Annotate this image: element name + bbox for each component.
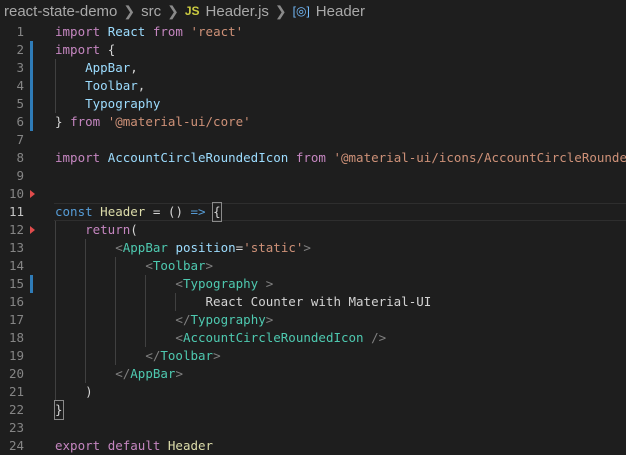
code-text: AppBar,: [85, 60, 138, 75]
code-line: 8 import AccountCircleRoundedIcon from '…: [0, 149, 626, 167]
code-line: 7: [0, 131, 626, 149]
code-line: 17 </Typography>: [0, 311, 626, 329]
modified-line-marker[interactable]: [30, 59, 33, 77]
code-line: 1 import React from 'react': [0, 23, 626, 41]
code-line: 18 <AccountCircleRoundedIcon />: [0, 329, 626, 347]
code-text: const Header = () => {: [55, 202, 222, 222]
code-text: import React from 'react': [55, 24, 244, 39]
chevron-right-icon: ❯: [274, 2, 287, 19]
modified-line-marker[interactable]: [30, 77, 33, 95]
line-number: 16: [8, 294, 24, 309]
breadcrumb-project[interactable]: react-state-demo: [4, 3, 117, 20]
code-text: <AccountCircleRoundedIcon />: [175, 330, 387, 345]
line-number: 18: [8, 330, 24, 345]
modified-line-marker[interactable]: [30, 113, 33, 131]
code-text: </AppBar>: [115, 366, 183, 381]
line-number: 17: [8, 312, 24, 327]
line-number: 22: [8, 402, 24, 417]
modified-line-marker[interactable]: [30, 275, 33, 293]
code-line: 14 <Toolbar>: [0, 257, 626, 275]
code-line: 21 ): [0, 383, 626, 401]
javascript-file-icon: JS: [184, 4, 200, 18]
code-text: import AccountCircleRoundedIcon from '@m…: [55, 150, 626, 165]
deleted-line-marker[interactable]: [30, 226, 35, 234]
chevron-right-icon: ❯: [123, 2, 136, 19]
code-line: 6 } from '@material-ui/core': [0, 113, 626, 131]
line-number: 6: [16, 114, 24, 129]
code-line: 20 </AppBar>: [0, 365, 626, 383]
code-line: 13 <AppBar position='static'>: [0, 239, 626, 257]
code-text: </Toolbar>: [145, 348, 221, 363]
line-number: 15: [8, 276, 24, 291]
line-number: 24: [8, 438, 24, 453]
chevron-right-icon: ❯: [167, 2, 179, 19]
code-text: return(: [85, 222, 138, 237]
matching-bracket: {: [212, 202, 222, 222]
line-number: 19: [8, 348, 24, 363]
symbol-variable-icon: [◎]: [292, 4, 310, 18]
code-text: ): [85, 384, 93, 399]
code-line: 4 Toolbar,: [0, 77, 626, 95]
code-text: <Typography >: [175, 276, 274, 291]
code-text: React Counter with Material-UI: [205, 294, 432, 309]
code-line: 9: [0, 167, 626, 185]
line-number: 2: [16, 42, 24, 57]
modified-line-marker[interactable]: [30, 95, 33, 113]
code-text: Toolbar,: [85, 78, 146, 93]
code-text: import {: [55, 42, 116, 57]
deleted-line-marker[interactable]: [30, 190, 35, 198]
modified-line-marker[interactable]: [30, 41, 33, 59]
code-line: 22 }: [0, 400, 626, 420]
code-line: 2 import {: [0, 41, 626, 59]
line-number: 10: [8, 186, 24, 201]
code-line: 23: [0, 419, 626, 437]
line-number: 3: [16, 60, 24, 75]
code-text: Typography: [85, 96, 161, 111]
line-number: 23: [8, 420, 24, 435]
code-line: 15 <Typography >: [0, 275, 626, 293]
line-number: 8: [16, 150, 24, 165]
breadcrumb-file[interactable]: Header.js: [206, 3, 269, 20]
code-text: <Toolbar>: [145, 258, 214, 273]
code-editor[interactable]: 1 import React from 'react' 2 import { 3…: [0, 22, 626, 455]
line-number: 4: [16, 78, 24, 93]
code-text: } from '@material-ui/core': [55, 114, 251, 129]
matching-bracket: }: [54, 400, 64, 420]
code-line: 16 React Counter with Material-UI: [0, 293, 626, 311]
breadcrumb: react-state-demo ❯ src ❯ JS Header.js ❯ …: [0, 0, 626, 22]
code-line: 3 AppBar,: [0, 59, 626, 77]
line-number: 14: [8, 258, 24, 273]
line-number: 7: [16, 132, 24, 147]
line-number: 21: [8, 384, 24, 399]
code-line: 19 </Toolbar>: [0, 347, 626, 365]
code-line: 10: [0, 185, 626, 203]
breadcrumb-symbol[interactable]: Header: [316, 3, 365, 20]
code-text: export default Header: [55, 438, 214, 453]
code-line: 5 Typography: [0, 95, 626, 113]
breadcrumb-folder[interactable]: src: [141, 3, 161, 20]
line-number: 12: [8, 222, 24, 237]
line-number: 20: [8, 366, 24, 381]
code-text: </Typography>: [175, 312, 274, 327]
line-number: 5: [16, 96, 24, 111]
line-number: 13: [8, 240, 24, 255]
code-line: 12 return(: [0, 221, 626, 239]
code-line: 24 export default Header: [0, 437, 626, 455]
code-text: }: [54, 400, 64, 420]
line-number: 9: [16, 168, 24, 183]
code-line-current: 11 const Header = () => {: [0, 202, 626, 222]
line-number: 1: [16, 24, 24, 39]
code-text: <AppBar position='static'>: [115, 240, 311, 255]
line-number: 11: [8, 204, 24, 219]
